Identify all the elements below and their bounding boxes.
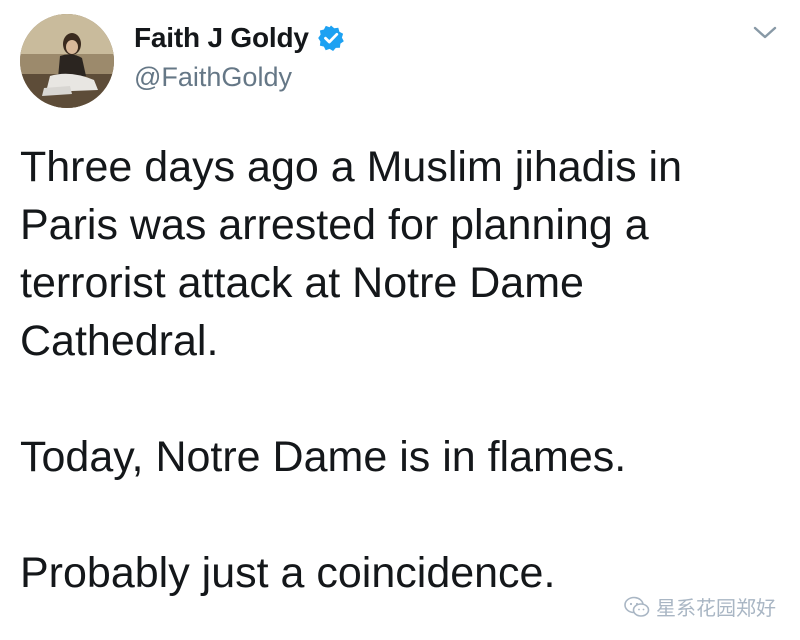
author-display-name[interactable]: Faith J Goldy [134,22,309,54]
author-name-row: Faith J Goldy [134,18,345,58]
chevron-down-icon[interactable] [752,24,778,42]
tweet-paragraph: Today, Notre Dame is in flames. [20,433,627,481]
wechat-icon [624,596,650,617]
watermark: 星系花园郑好 [624,592,776,621]
author-handle[interactable]: @FaithGoldy [134,62,292,93]
verified-badge-icon [317,24,345,52]
avatar[interactable] [20,14,114,108]
watermark-text: 星系花园郑好 [656,598,776,620]
avatar-photo [20,14,114,108]
tweet-paragraph: Three days ago a Muslim jihadis in Paris… [20,143,683,365]
tweet-card: Faith J Goldy @FaithGoldy Three days ago… [0,0,800,640]
tweet-text: Three days ago a Muslim jihadis in Paris… [20,138,780,602]
